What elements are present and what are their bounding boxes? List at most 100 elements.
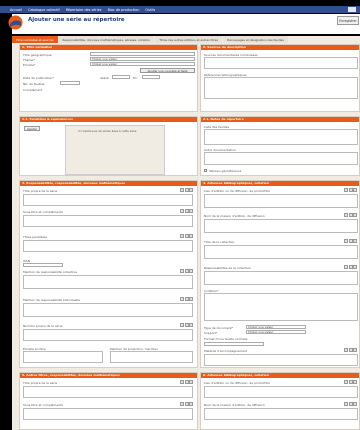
text-tools-icon[interactable] (344, 402, 357, 406)
collection-resp-textarea[interactable] (204, 271, 358, 285)
text-tools-icon[interactable] (180, 209, 193, 213)
save-button[interactable]: Enregistrer (337, 16, 359, 25)
tab-autres-titres[interactable]: Titres des autres éditions et autres tit… (155, 36, 222, 43)
panel-title: 6. Adresses bibliographiques, collation (201, 373, 359, 378)
theme-label: Thème* (23, 58, 35, 62)
collection-title-label: Titre de la collection (204, 240, 235, 244)
georef-label: Tableau géoréférencé (209, 169, 242, 173)
app-window: Accueil Catalogue collectif Répertoire d… (0, 0, 360, 430)
sheet-format-label: Format d'une feuille normale (204, 337, 248, 341)
accompanying-textarea[interactable] (204, 354, 358, 366)
subtitle-label: Sous-titre et compléments (23, 210, 63, 214)
collection-resp-label: Responsabilités de la collection (204, 266, 252, 270)
menu-item-catalogue[interactable]: Catalogue collectif (28, 8, 60, 12)
issn-input[interactable] (23, 263, 63, 267)
publish-place-textarea[interactable] (204, 194, 358, 208)
panel-adresses: 4. Adresses bibliographiques, collation … (200, 180, 360, 368)
panel-titre-normalise: 1. Titre normalisé Titre géographique Th… (19, 44, 198, 112)
menu-item-tools[interactable]: Outils (145, 8, 155, 12)
window-control-icon[interactable] (348, 7, 356, 12)
collation-textarea[interactable] (204, 293, 358, 321)
panel-title: 1.1. Parallèles & équivalences (20, 117, 197, 122)
other-subtitle-textarea[interactable] (23, 408, 193, 420)
complement-label: Complément (23, 88, 43, 92)
empty-parallel-message: Il n'existe pas de séries liées à cette … (78, 129, 137, 133)
text-tools-icon[interactable] (180, 380, 193, 384)
panel-title: 2.1. Notes de répertoire (201, 117, 359, 122)
text-tools-icon[interactable] (344, 213, 357, 217)
other-docs-textarea[interactable] (204, 152, 358, 165)
tab-decoupages[interactable]: Découpages et désignation des feuilles (223, 36, 288, 43)
text-tools-icon[interactable] (344, 348, 357, 352)
form-content: 1. Titre normalisé Titre géographique Th… (12, 43, 360, 430)
sheets-count-label: Nb. de feuilles (23, 82, 45, 86)
series-title-textarea[interactable] (23, 194, 193, 206)
sheet-list-textarea[interactable] (204, 129, 358, 145)
doc-type-label: Type de document* (204, 326, 234, 330)
publish-place-label: Lieu d'édition ou de diffusion, de produ… (204, 189, 271, 193)
scale-title-textarea[interactable] (23, 351, 103, 363)
sheets-count-input[interactable] (60, 81, 80, 85)
scale-select[interactable]: Choisir une valeur (90, 62, 195, 66)
projection-textarea[interactable] (110, 351, 193, 363)
individual-resp-textarea[interactable] (23, 303, 193, 317)
other-place-textarea[interactable] (204, 386, 358, 398)
text-tools-icon[interactable] (180, 234, 193, 238)
panel-notes: 2.1. Notes de répertoire Liste des feuil… (200, 116, 360, 176)
menu-item-home[interactable]: Accueil (10, 8, 22, 12)
series-number-textarea[interactable] (23, 329, 193, 341)
text-tools-icon[interactable] (180, 188, 193, 192)
panel-title: 5. Autres titres, responsabilités, donné… (20, 373, 197, 378)
text-tools-icon[interactable] (180, 297, 193, 301)
collective-resp-textarea[interactable] (23, 275, 193, 289)
top-menu-bar: Accueil Catalogue collectif Répertoire d… (0, 6, 360, 13)
theme-select[interactable]: Choisir une valeur (90, 57, 195, 61)
text-tools-icon[interactable] (344, 239, 357, 243)
panel-title: 4. Adresses bibliographiques, collation (201, 181, 359, 186)
add-scale-button[interactable]: Ajouter une nouvelle échelle (140, 68, 195, 73)
panel-title: 3. Responsabilités, responsabilités, don… (20, 181, 197, 186)
add-parallel-button[interactable]: Ajouter (24, 126, 40, 131)
other-series-title-textarea[interactable] (23, 386, 193, 398)
biblio-refs-textarea[interactable] (204, 77, 358, 99)
sources-docs-textarea[interactable] (204, 57, 358, 69)
parallel-titles-textarea[interactable] (23, 240, 193, 252)
text-tools-icon[interactable] (180, 323, 193, 327)
text-tools-icon[interactable] (344, 265, 357, 269)
text-tools-icon[interactable] (180, 269, 193, 273)
text-tools-icon[interactable] (344, 188, 357, 192)
collection-title-textarea[interactable] (204, 245, 358, 259)
subtitle-textarea[interactable] (23, 215, 193, 227)
support-select[interactable]: Choisir une valeur (246, 330, 306, 334)
menu-item-series[interactable]: Répertoire des séries (66, 8, 102, 12)
sheet-format-input[interactable] (204, 342, 264, 346)
scale-label: Échelle* (23, 63, 36, 67)
publisher-textarea[interactable] (204, 219, 358, 233)
title-geo-input[interactable] (90, 52, 195, 56)
accompanying-label: Matériel d'accompagnement (204, 349, 248, 353)
publisher-label: Nom de la maison d'édition, de diffusion (204, 214, 265, 218)
series-title-label: Titre propre de la série (23, 189, 58, 193)
panel-autres-titres: 5. Autres titres, responsabilités, donné… (19, 372, 198, 430)
other-publisher-textarea[interactable] (204, 408, 358, 420)
tab-bar: Titre normalisé et sources Responsabilit… (12, 36, 360, 43)
parallel-list: Il n'existe pas de séries liées à cette … (65, 125, 165, 175)
panel-title: 2. Sources de description (201, 45, 359, 50)
panel-title: 1. Titre normalisé (20, 45, 197, 50)
georef-checkbox[interactable] (204, 169, 207, 172)
tab-titre-sources[interactable]: Titre normalisé et sources (12, 36, 58, 43)
tab-responsabilites[interactable]: Responsabilités, données mathématiques, … (58, 36, 155, 43)
parallel-titles-label: Titres parallèles (23, 235, 47, 239)
text-tools-icon[interactable] (344, 380, 357, 384)
date-to-input[interactable] (142, 75, 160, 79)
menu-item-production[interactable]: Bloc de production (108, 8, 140, 12)
doc-type-select[interactable]: Choisir une valeur (246, 325, 306, 329)
text-tools-icon[interactable] (180, 402, 193, 406)
panel-sources: 2. Sources de description Sources docume… (200, 44, 360, 112)
date-to-label: fin (133, 76, 137, 80)
date-from-input[interactable] (112, 75, 130, 79)
support-label: Support* (204, 331, 218, 335)
date-label: Date de publication* (23, 76, 54, 80)
panel-responsabilites: 3. Responsabilités, responsabilités, don… (19, 180, 198, 368)
title-geo-label: Titre géographique (23, 53, 52, 57)
